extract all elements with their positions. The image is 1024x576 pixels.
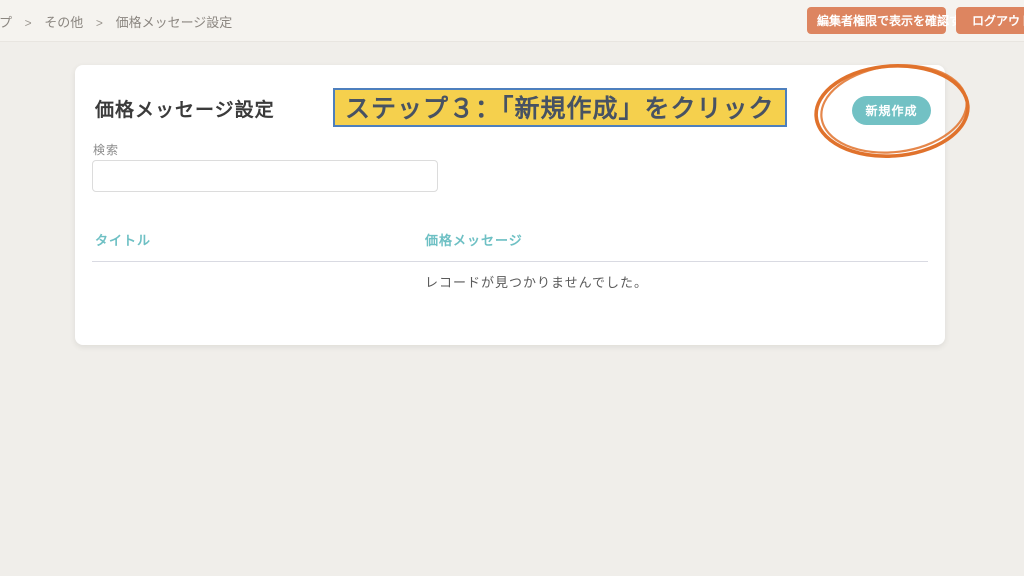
breadcrumb-separator: >: [24, 16, 32, 30]
column-header-price-message[interactable]: 価格メッセージ: [425, 230, 523, 249]
topbar: ップ > その他 > 価格メッセージ設定 編集者権限で表示を確認する ログアウト: [0, 0, 1024, 42]
empty-records-message: レコードが見つかりませんでした。: [425, 275, 648, 290]
breadcrumb-item-top[interactable]: ップ: [0, 15, 12, 30]
breadcrumb-item-others[interactable]: その他: [44, 15, 83, 30]
topbar-buttons: 編集者権限で表示を確認する ログアウト: [807, 7, 1024, 34]
table-divider: [92, 261, 928, 262]
editor-permission-view-button[interactable]: 編集者権限で表示を確認する: [807, 7, 973, 34]
price-message-settings-card: 価格メッセージ設定 ステップ３：「新規作成」をクリック 新規作成 検索 タイトル…: [75, 65, 945, 345]
breadcrumb-item-price-message-settings[interactable]: 価格メッセージ設定: [116, 15, 233, 30]
logout-button[interactable]: ログアウト: [956, 7, 1024, 34]
search-input[interactable]: [92, 160, 438, 192]
step-instruction-annotation: ステップ３：「新規作成」をクリック: [333, 88, 787, 127]
page-title: 価格メッセージ設定: [95, 100, 275, 121]
breadcrumb: ップ > その他 > 価格メッセージ設定: [0, 12, 232, 31]
search-label: 検索: [93, 143, 120, 157]
new-create-button[interactable]: 新規作成: [852, 96, 931, 125]
breadcrumb-separator: >: [95, 16, 103, 30]
column-header-title[interactable]: タイトル: [95, 230, 151, 249]
